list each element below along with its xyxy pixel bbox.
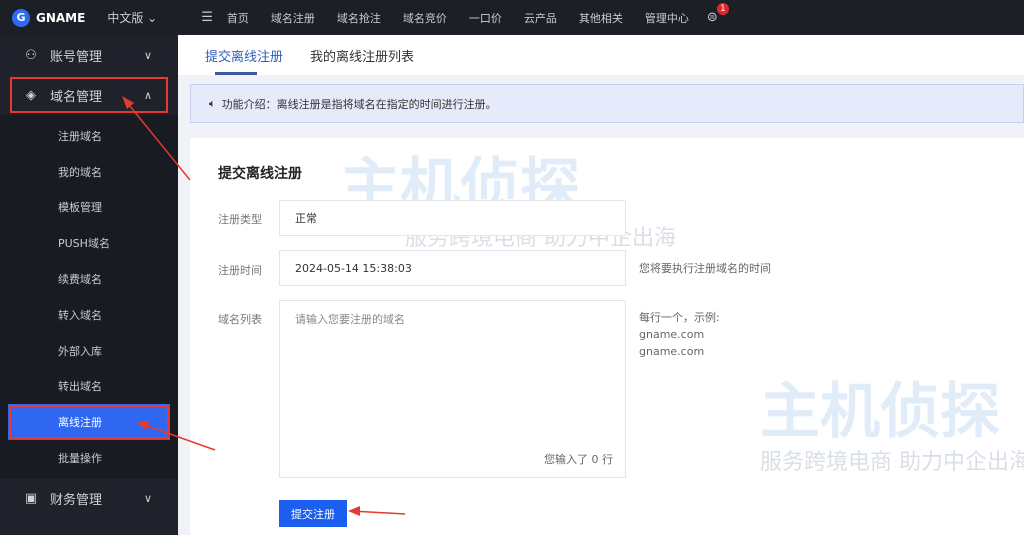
notice-text: 功能介绍：离线注册是指将域名在指定的时间进行注册。 xyxy=(221,97,497,111)
time-hint: 您将要执行注册域名的时间 xyxy=(639,262,771,275)
nav-other[interactable]: 其他相关 xyxy=(579,10,623,26)
user-icon: ⚇ xyxy=(25,47,37,63)
sidebar: ⚇ 账号管理 ∨ ◈ 域名管理 ∧ 注册域名 我的域名 模板管理 PUSH域名 续费域名… xyxy=(0,35,178,535)
time-input[interactable]: 2024-05-14 15:38:03 xyxy=(279,250,626,286)
hint-line: gname.com xyxy=(639,345,705,358)
logo-text: GNAME xyxy=(36,10,86,25)
list-hint: 每行一个，示例: gname.com gname.com xyxy=(639,309,720,360)
domain-submenu: 注册域名 我的域名 模板管理 PUSH域名 续费域名 转入域名 外部入库 转出域… xyxy=(0,115,178,479)
logo[interactable]: G GNAME xyxy=(12,8,86,27)
menu-icon[interactable]: ☰ xyxy=(201,10,213,25)
sidebar-item-my-domains[interactable]: 我的域名 xyxy=(0,154,178,190)
sidebar-item-batch[interactable]: 批量操作 xyxy=(0,440,178,476)
tab-bar: 提交离线注册 我的离线注册列表 xyxy=(178,35,1024,75)
nav-domain-auction[interactable]: 域名竞价 xyxy=(403,10,447,26)
hint-line: gname.com xyxy=(639,328,705,341)
chevron-down-icon: ⌄ xyxy=(147,11,158,25)
group-label: 财务管理 xyxy=(50,493,103,509)
sidebar-item-register[interactable]: 注册域名 xyxy=(0,118,178,154)
message-icon: ⊜ xyxy=(706,10,718,25)
nav-domain-register[interactable]: 域名注册 xyxy=(271,10,315,26)
watermark-brand: 主机侦探 xyxy=(760,377,1000,447)
chevron-down-icon: ∨ xyxy=(143,492,152,506)
group-label: 账号管理 xyxy=(50,49,103,65)
sidebar-item-templates[interactable]: 模板管理 xyxy=(0,190,178,226)
sidebar-group-finance[interactable]: ▣ 财务管理 ∨ xyxy=(0,479,178,519)
type-label: 注册类型 xyxy=(218,213,262,226)
tab-offline-list[interactable]: 我的离线注册列表 xyxy=(310,35,414,75)
speaker-icon: 🔈︎ xyxy=(209,96,216,110)
notice-bar: 🔈︎ 功能介绍：离线注册是指将域名在指定的时间进行注册。 xyxy=(190,84,1024,123)
tab-submit-offline[interactable]: 提交离线注册 xyxy=(205,35,283,75)
main-nav: 首页 域名注册 域名抢注 域名竞价 一口价 云产品 其他相关 管理中心 xyxy=(227,10,711,26)
group-label: 域名管理 xyxy=(50,89,103,105)
language-label: 中文版 xyxy=(107,11,144,25)
language-select[interactable]: 中文版 ⌄ xyxy=(107,9,157,26)
list-placeholder: 请输入您要注册的域名 xyxy=(295,313,405,326)
type-value: 正常 xyxy=(295,212,317,225)
form-card: 主机侦探 服务跨境电商 助力中企出海 主机侦探 服务跨境电商 助力中企出海 提交… xyxy=(190,138,1024,535)
message-button[interactable]: ⊜ 1 xyxy=(706,3,729,25)
sidebar-item-transfer-in[interactable]: 转入域名 xyxy=(0,297,178,333)
time-label: 注册时间 xyxy=(218,264,262,277)
watermark-slogan: 服务跨境电商 助力中企出海 xyxy=(760,450,1024,475)
time-value: 2024-05-14 15:38:03 xyxy=(295,261,412,275)
message-badge: 1 xyxy=(716,3,729,15)
chevron-up-icon: ∧ xyxy=(143,88,152,102)
layers-icon: ◈ xyxy=(26,87,36,103)
hint-line: 每行一个，示例: xyxy=(639,311,720,324)
nav-home[interactable]: 首页 xyxy=(227,10,249,26)
top-navbar: G GNAME 中文版 ⌄ ☰ 首页 域名注册 域名抢注 域名竞价 一口价 云产品… xyxy=(0,0,1024,35)
nav-cloud[interactable]: 云产品 xyxy=(524,10,557,26)
type-field[interactable]: 正常 xyxy=(279,200,626,236)
sidebar-item-transfer-out[interactable]: 转出域名 xyxy=(0,369,178,405)
submit-button[interactable]: 提交注册 xyxy=(279,500,347,527)
chevron-down-icon: ∨ xyxy=(143,48,152,62)
nav-fixed-price[interactable]: 一口价 xyxy=(469,10,502,26)
form-title: 提交离线注册 xyxy=(218,166,302,182)
nav-domain-snap[interactable]: 域名抢注 xyxy=(337,10,381,26)
sidebar-group-domain[interactable]: ◈ 域名管理 ∧ xyxy=(8,75,170,115)
logo-icon: G xyxy=(12,8,30,27)
list-label: 域名列表 xyxy=(218,313,262,326)
nav-console[interactable]: 管理中心 xyxy=(645,10,689,26)
domain-list-textarea[interactable]: 请输入您要注册的域名 您输入了 0 行 xyxy=(279,300,626,478)
sidebar-group-account[interactable]: ⚇ 账号管理 ∨ xyxy=(0,35,178,75)
sidebar-item-renew[interactable]: 续费域名 xyxy=(0,261,178,297)
finance-icon: ▣ xyxy=(24,491,38,507)
sidebar-item-external[interactable]: 外部入库 xyxy=(0,333,178,369)
line-count: 您输入了 0 行 xyxy=(544,453,613,466)
sidebar-item-offline-register[interactable]: 离线注册 xyxy=(8,404,170,441)
sidebar-item-push[interactable]: PUSH域名 xyxy=(0,225,178,261)
